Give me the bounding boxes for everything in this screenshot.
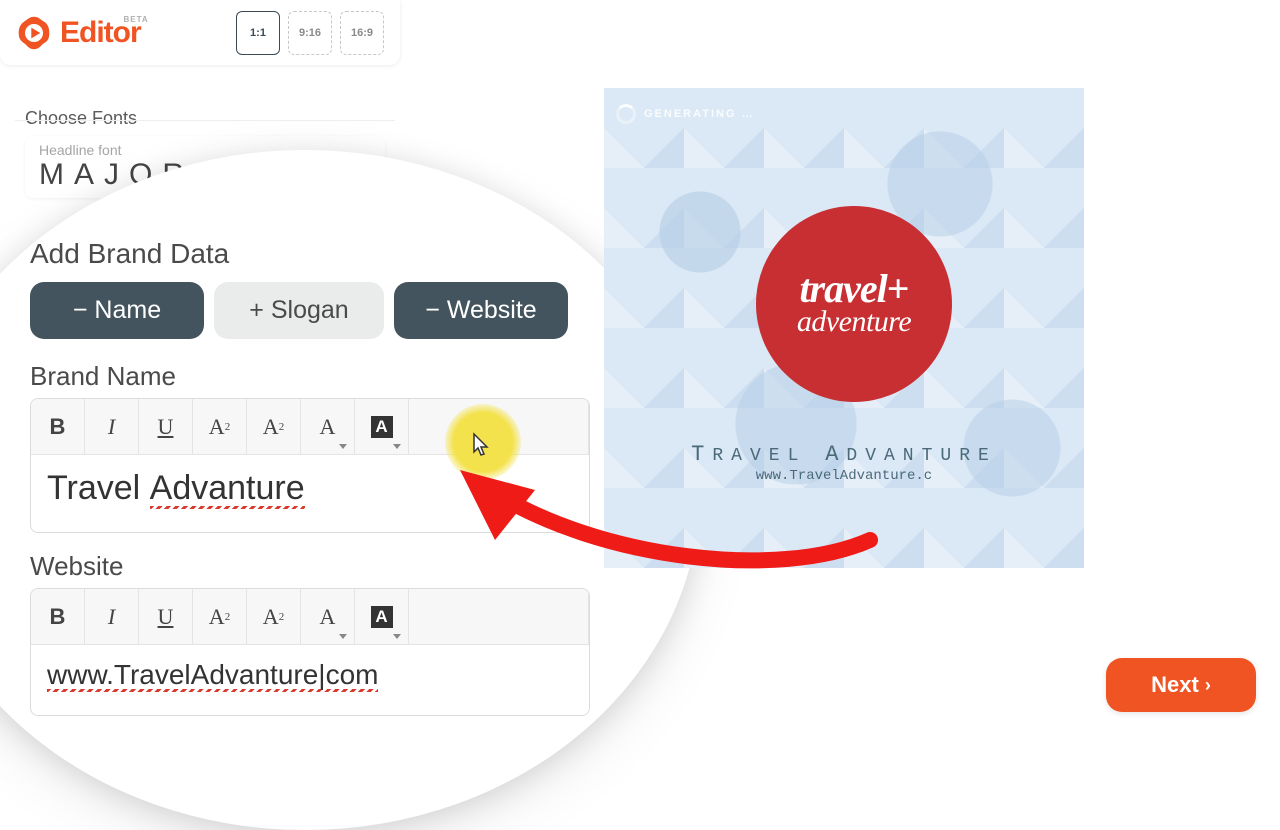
cursor-icon xyxy=(472,432,492,461)
underline-button[interactable]: U xyxy=(139,589,193,644)
aspect-ratio-group: 1:1 9:16 16:9 xyxy=(236,11,384,55)
logo-line-2: adventure xyxy=(797,307,911,337)
highlight-color-button[interactable]: A xyxy=(355,589,409,644)
ratio-1-1-button[interactable]: 1:1 xyxy=(236,11,280,55)
ratio-9-16-button[interactable]: 9:16 xyxy=(288,11,332,55)
website-input[interactable]: www.TravelAdvanture|com xyxy=(31,645,589,715)
generating-status: GENERATING … xyxy=(616,104,755,124)
ratio-16-9-button[interactable]: 16:9 xyxy=(340,11,384,55)
preview-canvas: GENERATING … travel+ adventure TRAVEL AD… xyxy=(604,88,1084,568)
toggle-slogan-button[interactable]: + Slogan xyxy=(214,282,384,339)
superscript-button[interactable]: A2 xyxy=(193,399,247,454)
highlight-color-button[interactable]: A xyxy=(355,399,409,454)
subscript-button[interactable]: A2 xyxy=(247,399,301,454)
toggle-name-button[interactable]: − Name xyxy=(30,282,204,339)
toolbar-spacer xyxy=(409,589,589,644)
brand-name-label: Brand Name xyxy=(30,361,590,392)
bold-button[interactable]: B xyxy=(31,589,85,644)
bold-button[interactable]: B xyxy=(31,399,85,454)
website-label: Website xyxy=(30,551,590,582)
website-toolbar: B I U A2 A2 A A xyxy=(31,589,589,645)
topbar: Editor BETA 1:1 9:16 16:9 xyxy=(0,0,400,65)
logo-line-1: travel+ xyxy=(799,271,908,307)
beta-badge: BETA xyxy=(123,15,148,24)
next-button[interactable]: Next › xyxy=(1106,658,1256,712)
italic-button[interactable]: I xyxy=(85,399,139,454)
brand-data-toggle-row: − Name + Slogan − Website xyxy=(30,282,590,339)
canvas-url: www.TravelAdvanture.c xyxy=(604,468,1084,484)
underline-button[interactable]: U xyxy=(139,399,193,454)
logo-icon xyxy=(16,15,52,51)
font-color-button[interactable]: A xyxy=(301,589,355,644)
subscript-button[interactable]: A2 xyxy=(247,589,301,644)
font-color-button[interactable]: A xyxy=(301,399,355,454)
brand-logo-circle: travel+ adventure xyxy=(756,206,952,402)
canvas-brand-name: TRAVEL ADVANTURE xyxy=(604,442,1084,467)
generating-label: GENERATING … xyxy=(644,108,755,120)
spinner-icon xyxy=(616,104,636,124)
app-logo: Editor BETA xyxy=(16,15,141,51)
zoom-lens-panel: Add Brand Data − Name + Slogan − Website… xyxy=(0,150,700,830)
chevron-right-icon: › xyxy=(1205,675,1211,696)
divider xyxy=(15,120,395,121)
italic-button[interactable]: I xyxy=(85,589,139,644)
add-brand-data-heading: Add Brand Data xyxy=(30,238,590,270)
toggle-website-button[interactable]: − Website xyxy=(394,282,568,339)
next-label: Next xyxy=(1151,672,1199,698)
website-editor: B I U A2 A2 A A www.TravelAdvanture|com xyxy=(30,588,590,716)
superscript-button[interactable]: A2 xyxy=(193,589,247,644)
choose-fonts-heading: Choose Fonts xyxy=(25,108,137,129)
